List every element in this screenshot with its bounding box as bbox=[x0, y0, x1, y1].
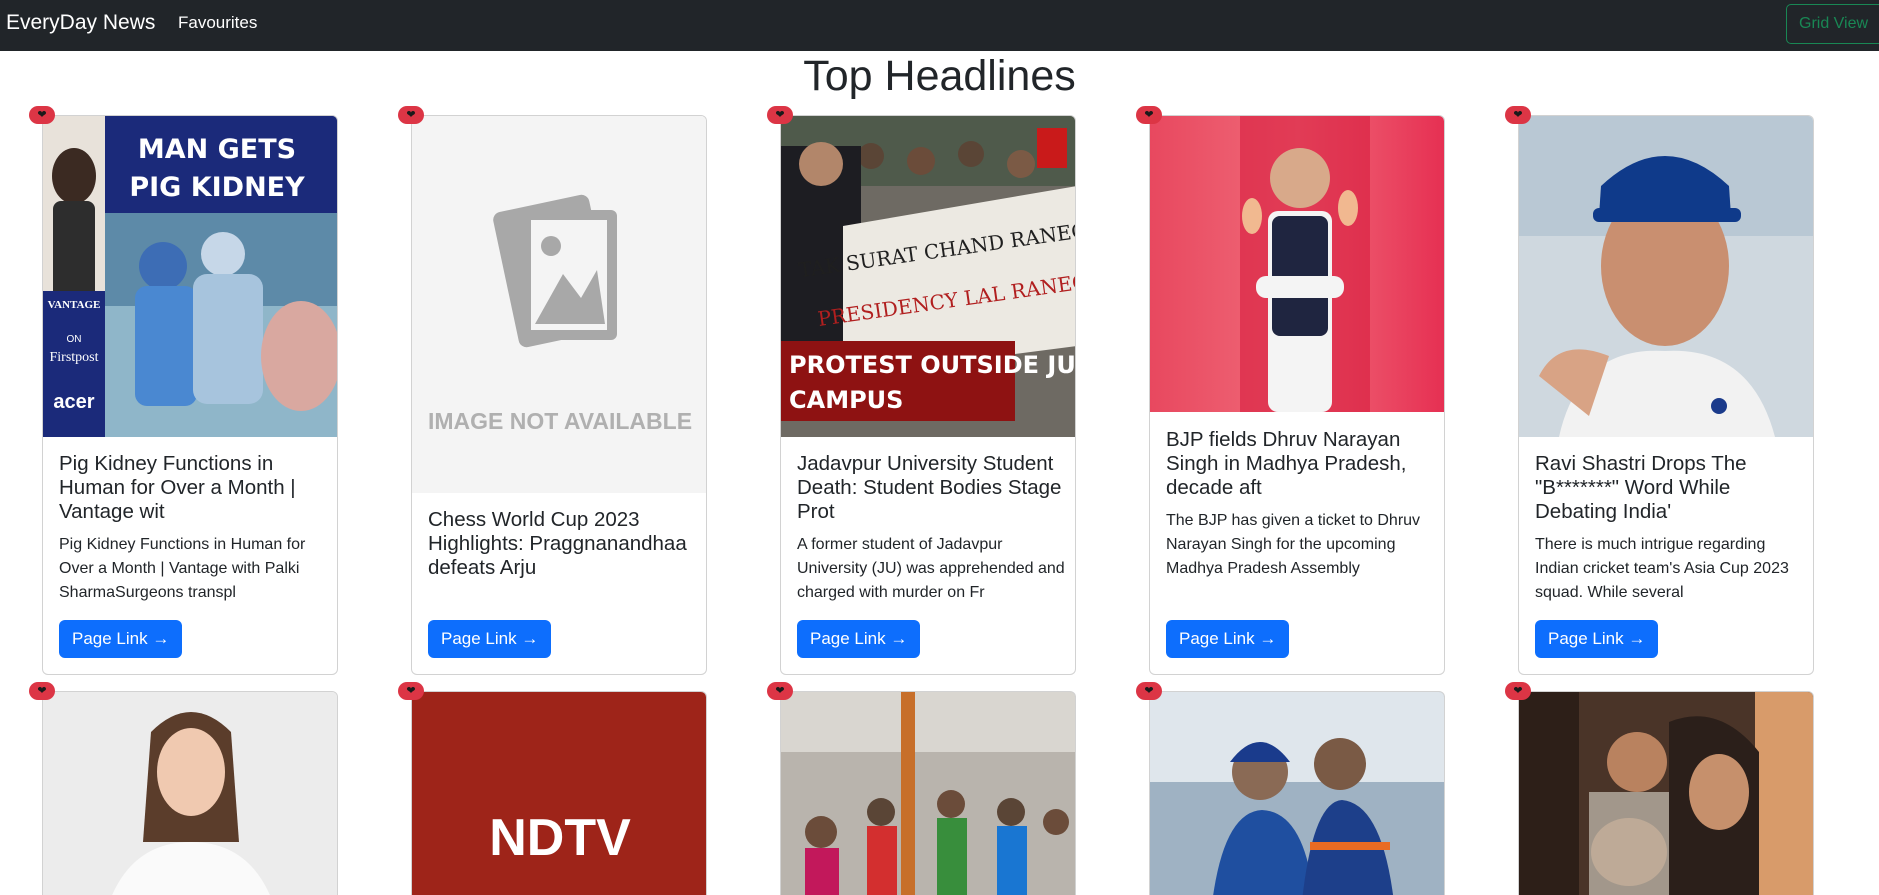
image-text: PIG KIDNEY bbox=[129, 172, 305, 203]
news-card: BJP fields Dhruv Narayan Singh in Madhya… bbox=[1149, 115, 1445, 675]
news-card: VANTAGE ON Firstpost acer MAN GETS PIG K… bbox=[42, 115, 338, 675]
card-image bbox=[1519, 692, 1813, 895]
card-image bbox=[1150, 692, 1444, 895]
image-text: acer bbox=[53, 391, 94, 413]
card-image bbox=[1519, 116, 1813, 437]
news-card: NDTV bbox=[411, 691, 707, 895]
favourite-heart-icon[interactable]: ❤ bbox=[1136, 106, 1162, 124]
card-description: There is much intrigue regarding Indian … bbox=[1535, 536, 1789, 601]
news-card: IMAGE NOT AVAILABLE Chess World Cup 2023… bbox=[411, 115, 707, 675]
card-title: BJP fields Dhruv Narayan Singh in Madhya… bbox=[1166, 428, 1407, 499]
image-text: ON bbox=[67, 334, 82, 345]
image-text: NDTV bbox=[489, 809, 631, 867]
favourite-heart-icon[interactable]: ❤ bbox=[767, 682, 793, 700]
favourite-heart-icon[interactable]: ❤ bbox=[398, 682, 424, 700]
card-title: Ravi Shastri Drops The "B*******" Word W… bbox=[1535, 452, 1747, 523]
card-image: VANTAGE ON Firstpost acer MAN GETS PIG K… bbox=[43, 116, 337, 437]
card-image: TAK SURAT CHAND RANEGA PRESIDENCY LAL RA… bbox=[781, 116, 1075, 437]
favourite-heart-icon[interactable]: ❤ bbox=[1505, 682, 1531, 700]
image-text: VANTAGE bbox=[48, 299, 101, 311]
card-image: NDTV bbox=[412, 692, 706, 895]
page-link-button[interactable]: Page Link → bbox=[797, 620, 921, 658]
page-link-button[interactable]: Page Link → bbox=[1166, 620, 1290, 658]
favourite-heart-icon[interactable]: ❤ bbox=[398, 106, 424, 124]
card-image bbox=[43, 692, 337, 895]
page-link-button[interactable]: Page Link → bbox=[428, 620, 552, 658]
card-title: Pig Kidney Functions in Human for Over a… bbox=[59, 452, 296, 523]
image-text: MAN GETS bbox=[138, 134, 296, 165]
card-image: IMAGE NOT AVAILABLE bbox=[412, 116, 706, 493]
card-description: A former student of Jadavpur University … bbox=[797, 536, 1065, 601]
brand-link[interactable]: EveryDay News bbox=[6, 10, 155, 36]
favourite-heart-icon[interactable]: ❤ bbox=[767, 106, 793, 124]
navbar: EveryDay News Favourites Grid View bbox=[0, 0, 1879, 51]
page-title: Top Headlines bbox=[803, 52, 1076, 100]
news-card bbox=[42, 691, 338, 895]
page-link-button[interactable]: Page Link → bbox=[59, 620, 183, 658]
news-card: TAK SURAT CHAND RANEGA PRESIDENCY LAL RA… bbox=[780, 115, 1076, 675]
card-title: Chess World Cup 2023 Highlights: Praggna… bbox=[428, 508, 687, 579]
image-text: PROTEST OUTSIDE JU bbox=[789, 351, 1075, 379]
image-text: CAMPUS bbox=[789, 386, 903, 414]
card-image bbox=[1150, 116, 1444, 412]
favourite-heart-icon[interactable]: ❤ bbox=[1136, 682, 1162, 700]
news-card: Ravi Shastri Drops The "B*******" Word W… bbox=[1518, 115, 1814, 675]
card-image bbox=[781, 692, 1075, 895]
favourite-heart-icon[interactable]: ❤ bbox=[29, 106, 55, 124]
grid-view-button[interactable]: Grid View bbox=[1786, 4, 1879, 44]
favourite-heart-icon[interactable]: ❤ bbox=[1505, 106, 1531, 124]
image-text: IMAGE NOT AVAILABLE bbox=[428, 408, 692, 434]
favourite-heart-icon[interactable]: ❤ bbox=[29, 682, 55, 700]
news-card bbox=[1149, 691, 1445, 895]
card-title: Jadavpur University Student Death: Stude… bbox=[797, 452, 1062, 523]
news-card bbox=[1518, 691, 1814, 895]
news-card bbox=[780, 691, 1076, 895]
card-description: The BJP has given a ticket to Dhruv Nara… bbox=[1166, 512, 1421, 577]
card-description: Pig Kidney Functions in Human for Over a… bbox=[59, 536, 306, 601]
nav-favourites-link[interactable]: Favourites bbox=[178, 13, 257, 33]
image-text: Firstpost bbox=[49, 350, 98, 365]
page-link-button[interactable]: Page Link → bbox=[1535, 620, 1659, 658]
